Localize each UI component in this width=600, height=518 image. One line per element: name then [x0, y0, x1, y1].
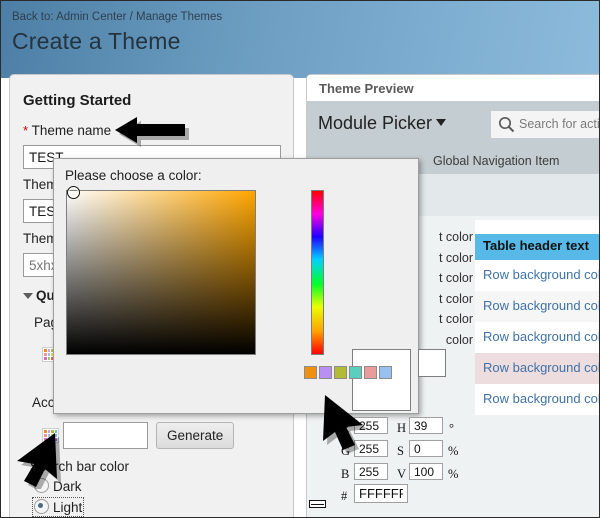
table-row[interactable]: Row background colo: [475, 291, 600, 322]
table-row[interactable]: Row background colo: [475, 260, 600, 291]
b-input[interactable]: [354, 463, 388, 480]
saturation-value-square[interactable]: [66, 190, 256, 355]
search-bar-color-label: Search bar color: [30, 459, 129, 474]
v-input[interactable]: [409, 463, 443, 480]
hue-slider-handle[interactable]: [309, 500, 326, 508]
table-row[interactable]: Row background colo: [475, 322, 600, 353]
preset-swatch[interactable]: [349, 366, 362, 379]
preset-swatch[interactable]: [364, 366, 377, 379]
h-unit: °: [449, 421, 454, 436]
page-title: Create a Theme: [12, 28, 181, 55]
sv-black-layer: [67, 191, 255, 354]
sv-selector-handle[interactable]: [67, 186, 80, 199]
global-nav-item[interactable]: Global Navigation Item: [433, 154, 559, 168]
application-window: Back to: Admin Center / Manage Themes Cr…: [0, 0, 600, 518]
palette-icon-accent[interactable]: [42, 428, 59, 443]
table-row[interactable]: Row background colo: [475, 353, 600, 384]
v-unit: %: [448, 467, 458, 482]
module-picker-label: Module Picker: [318, 113, 432, 133]
search-icon: [498, 116, 515, 138]
tab-theme-preview[interactable]: Theme Preview: [319, 81, 414, 96]
preview-tab-bar: Theme Preview: [307, 75, 600, 101]
v-label: V: [397, 467, 406, 482]
s-input[interactable]: [409, 440, 443, 457]
breadcrumb[interactable]: Back to: Admin Center / Manage Themes: [12, 11, 222, 23]
table-top-spacer: [475, 220, 600, 234]
radio-light[interactable]: Light: [34, 499, 82, 515]
color-preview-new: [352, 349, 411, 411]
radio-dark-label: Dark: [53, 479, 82, 494]
h-input[interactable]: [409, 417, 443, 434]
radio-dark[interactable]: Dark: [34, 478, 82, 494]
theme-name-label-text: Theme name: [32, 123, 112, 138]
preview-table: Table header text Row background coloRow…: [475, 220, 600, 415]
g-input[interactable]: [354, 440, 388, 457]
s-label: S: [397, 444, 404, 459]
preset-swatch[interactable]: [334, 366, 347, 379]
table-header-cell: Table header text: [475, 234, 600, 260]
s-unit: %: [448, 444, 458, 459]
hex-input[interactable]: [354, 484, 408, 503]
table-row[interactable]: Row background colo: [475, 384, 600, 415]
hex-label: #: [341, 489, 347, 504]
preview-top-bar: Module Picker Search for action: [307, 101, 600, 149]
color-picker-dialog: Please choose a color: R H ° G S % B V %…: [53, 158, 419, 414]
module-picker[interactable]: Module Picker: [318, 113, 446, 134]
radio-light-label: Light: [53, 500, 82, 515]
preset-swatch[interactable]: [379, 366, 392, 379]
quick-section-label: Qu: [36, 288, 55, 303]
radio-dark-circle[interactable]: [34, 478, 49, 493]
search-placeholder-text: Search for action: [519, 117, 600, 131]
r-input[interactable]: [354, 417, 388, 434]
g-label: G: [341, 444, 350, 459]
search-for-action-field[interactable]: Search for action: [491, 111, 600, 138]
b-label: B: [341, 467, 349, 482]
required-marker: *: [23, 123, 28, 138]
table-body: Row background coloRow background coloRo…: [475, 260, 600, 415]
page-header: Back to: Admin Center / Manage Themes Cr…: [1, 1, 600, 78]
chevron-down-icon: [436, 119, 446, 126]
radio-light-circle[interactable]: [34, 499, 49, 514]
color-preview-current: [418, 349, 446, 377]
hue-slider[interactable]: [311, 190, 324, 355]
r-label: R: [341, 421, 349, 436]
chevron-down-icon: [23, 293, 33, 299]
accent-color-label: Acc: [32, 395, 55, 410]
h-label: H: [397, 421, 406, 436]
theme-name-label: * Theme name: [23, 123, 111, 138]
preset-swatch[interactable]: [319, 366, 332, 379]
generate-button[interactable]: Generate: [156, 422, 234, 449]
quick-section-toggle[interactable]: Qu: [23, 288, 55, 303]
dialog-title: Please choose a color:: [65, 168, 202, 183]
section-title: Getting Started: [23, 92, 131, 109]
preset-swatch[interactable]: [304, 366, 317, 379]
accent-color-input[interactable]: [63, 422, 148, 449]
